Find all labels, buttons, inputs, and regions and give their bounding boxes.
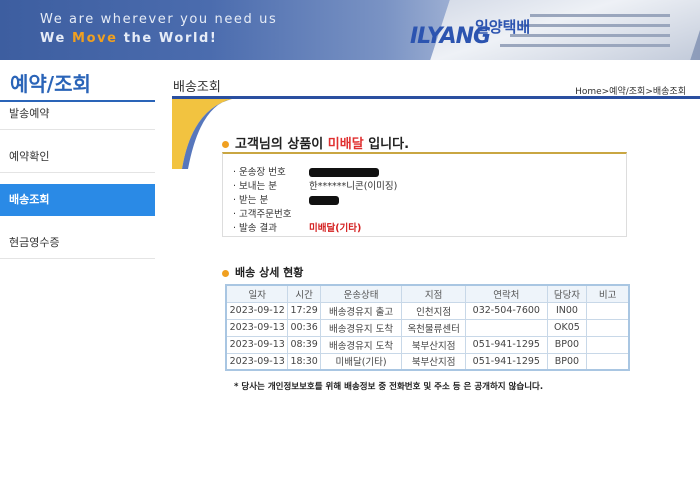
column-header: 비고	[586, 284, 630, 303]
building-image: ILYANG 일양택배	[380, 0, 700, 60]
column-header: 일자	[225, 284, 289, 303]
detail-heading-text: 배송 상세 현황	[235, 266, 304, 279]
sidebar-item-delivery-tracking[interactable]: 배송조회	[0, 184, 155, 216]
column-header: 운송상태	[319, 284, 403, 303]
cell-status: 배송경유지 도착	[319, 335, 403, 354]
redacted-value	[309, 196, 339, 205]
tagline-highlight: Move	[72, 31, 118, 46]
cell-status: 배송경유지 출고	[319, 301, 403, 320]
table-row: 2023-09-12 17:29 배송경유지 출고 인천지점 032-504-7…	[225, 301, 630, 320]
cell-agent: OK05	[546, 318, 588, 337]
shipment-info-box: · 운송장 번호 · 보내는 분 한******니콘(이미징) · 받는 분 · …	[222, 152, 627, 237]
cell-note	[586, 352, 630, 371]
title-divider	[172, 96, 700, 99]
cell-date: 2023-09-13	[225, 352, 289, 371]
table-row: 2023-09-13 08:39 배송경유지 도착 북부산지점 051-941-…	[225, 335, 630, 354]
header-banner: We are wherever you need us We Move the …	[0, 0, 700, 60]
table-row: 2023-09-13 18:30 미배달(기타) 북부산지점 051-941-1…	[225, 352, 630, 371]
sidebar-item-cash-receipt[interactable]: 현금영수증	[0, 227, 155, 259]
sidebar-title: 예약/조회	[10, 72, 91, 96]
info-row-tracking-number: · 운송장 번호	[233, 164, 379, 178]
bullet-icon	[222, 269, 229, 277]
cell-branch: 인천지점	[401, 301, 467, 320]
cell-date: 2023-09-13	[225, 335, 289, 354]
column-header: 담당자	[546, 284, 588, 303]
page-title: 배송조회	[173, 80, 221, 95]
info-row-delivery-result: · 발송 결과 미배달(기타)	[233, 220, 361, 234]
info-row-sender: · 보내는 분 한******니콘(이미징)	[233, 178, 397, 192]
bullet-icon	[222, 141, 229, 148]
building-stripe	[500, 44, 670, 47]
info-label: · 발송 결과	[233, 223, 278, 234]
cell-agent: BP00	[546, 335, 588, 354]
redacted-value	[309, 168, 379, 177]
cell-time: 00:36	[287, 318, 321, 337]
cell-time: 08:39	[287, 335, 321, 354]
cell-contact	[465, 318, 548, 337]
cell-note	[586, 301, 630, 320]
tagline-part-c: the World!	[117, 31, 218, 46]
column-header: 연락처	[465, 284, 548, 303]
cell-note	[586, 318, 630, 337]
column-header: 지점	[401, 284, 467, 303]
delivery-detail-table: 일자 시간 운송상태 지점 연락처 담당자 비고 2023-09-12 17:2…	[225, 284, 630, 371]
info-label: · 운송장 번호	[233, 167, 286, 178]
detail-heading: 배송 상세 현황	[222, 264, 303, 280]
cell-branch: 옥천물류센터	[401, 318, 467, 337]
status-suffix: 입니다.	[363, 137, 410, 152]
cell-contact: 032-504-7600	[465, 301, 548, 320]
status-prefix: 고객님의 상품이	[235, 137, 328, 152]
table-row: 2023-09-13 00:36 배송경유지 도착 옥천물류센터 OK05	[225, 318, 630, 337]
cell-contact: 051-941-1295	[465, 335, 548, 354]
table-header-row: 일자 시간 운송상태 지점 연락처 담당자 비고	[225, 284, 630, 303]
cell-agent: IN00	[546, 301, 588, 320]
building-stripe	[530, 14, 670, 17]
column-header: 시간	[287, 284, 321, 303]
cell-branch: 북부산지점	[401, 352, 467, 371]
tagline-line1: We are wherever you need us	[40, 12, 278, 27]
sidebar: 예약/조회 발송예약 예약확인 배송조회 현금영수증	[0, 60, 155, 500]
cell-time: 18:30	[287, 352, 321, 371]
building-stripe	[510, 34, 670, 37]
info-label: · 보내는 분	[233, 181, 278, 192]
cell-time: 17:29	[287, 301, 321, 320]
info-row-recipient: · 받는 분	[233, 192, 339, 206]
cell-note	[586, 335, 630, 354]
cell-agent: BP00	[546, 352, 588, 371]
cell-status: 미배달(기타)	[319, 352, 403, 371]
cell-date: 2023-09-13	[225, 318, 289, 337]
company-logo-korean: 일양택배	[475, 18, 531, 36]
cell-contact: 051-941-1295	[465, 352, 548, 371]
tagline-line2: We Move the World!	[40, 31, 217, 46]
sidebar-item-reservation-check[interactable]: 예약확인	[0, 141, 155, 173]
sidebar-item-shipping-reservation[interactable]: 발송예약	[0, 98, 155, 130]
privacy-notice: * 당사는 개인정보보호를 위해 배송정보 중 전화번호 및 주소 등 은 공개…	[234, 382, 544, 392]
cell-status: 배송경유지 도착	[319, 318, 403, 337]
building-stripe	[520, 24, 670, 27]
cell-date: 2023-09-12	[225, 301, 289, 320]
info-label: · 고객주문번호	[233, 209, 292, 220]
status-state: 미배달	[327, 137, 364, 152]
info-value: 한******니콘(이미징)	[309, 181, 398, 192]
cell-branch: 북부산지점	[401, 335, 467, 354]
info-value-result: 미배달(기타)	[309, 223, 362, 234]
info-row-order-number: · 고객주문번호	[233, 206, 309, 220]
info-label: · 받는 분	[233, 195, 269, 206]
status-heading: 고객님의 상품이 미배달 입니다.	[222, 133, 409, 152]
tagline-part-a: We	[40, 31, 73, 46]
